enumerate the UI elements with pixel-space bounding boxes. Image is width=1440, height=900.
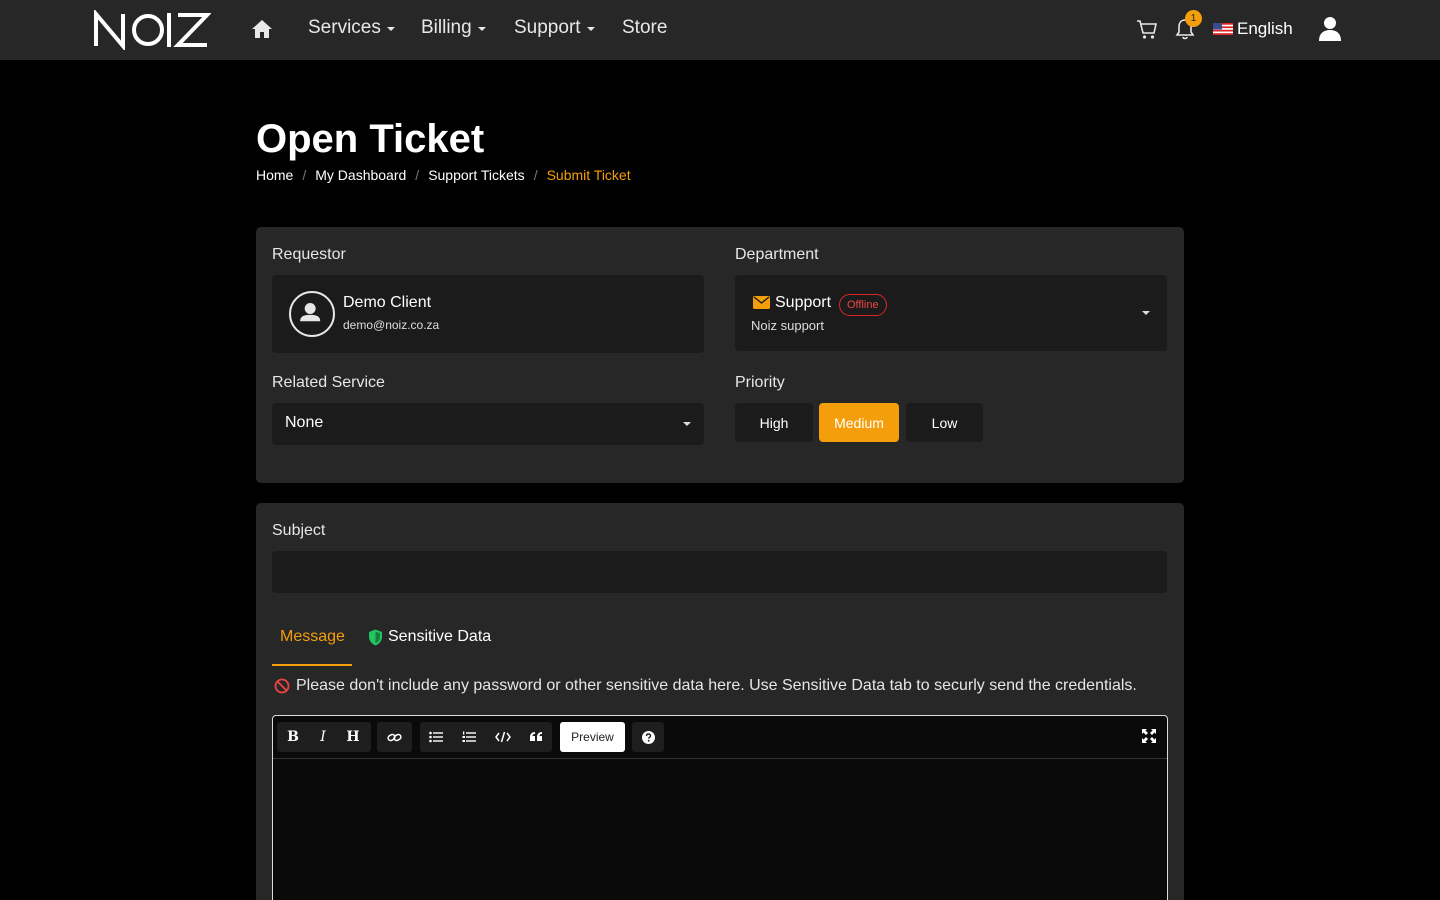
avatar-icon [289,291,335,337]
tab-sensitive-label: Sensitive Data [388,628,492,645]
related-service-select[interactable]: None [272,403,704,445]
message-editor[interactable]: B I H Preview [272,715,1168,900]
shield-icon [369,629,382,645]
chevron-down-icon [586,27,595,31]
ticket-details-card: Requestor Demo Client demo@noiz.co.za De… [256,227,1184,483]
department-select[interactable]: Support Offline Noiz support [735,275,1167,351]
notification-badge: 1 [1185,10,1202,27]
page-title: Open Ticket [256,117,485,161]
user-icon[interactable] [1318,15,1342,43]
language-selector[interactable]: English [1213,19,1293,39]
requestor-email: demo@noiz.co.za [343,318,440,332]
preview-button[interactable]: Preview [560,722,625,752]
breadcrumb-separator: / [533,167,538,183]
bold-button[interactable]: B [278,722,308,752]
requestor-label: Requestor [272,246,346,263]
home-icon[interactable] [250,17,274,41]
subject-label: Subject [272,522,326,539]
help-button[interactable] [632,722,664,752]
noiz-logo[interactable] [93,10,211,50]
subject-input[interactable] [272,551,1167,593]
numbered-list-button[interactable] [454,722,484,752]
breadcrumb-support-tickets[interactable]: Support Tickets [428,167,525,183]
bullet-list-button[interactable] [421,722,451,752]
tab-active-indicator [272,664,352,666]
breadcrumb-submit-ticket: Submit Ticket [546,167,631,183]
chevron-down-icon [477,27,486,31]
chevron-down-icon [1142,311,1150,315]
breadcrumb-dashboard[interactable]: My Dashboard [315,167,406,183]
heading-button[interactable]: H [338,722,368,752]
priority-label: Priority [735,374,785,391]
breadcrumb-separator: / [302,167,307,183]
related-service-value: None [285,414,324,431]
breadcrumb: Home / My Dashboard / Support Tickets / … [256,167,631,183]
us-flag-icon [1213,23,1233,35]
nav-store[interactable]: Store [622,17,667,39]
code-icon [495,731,511,743]
numbered-list-icon [462,731,476,742]
priority-medium-button[interactable]: Medium [819,403,899,442]
related-service-label: Related Service [272,374,385,391]
priority-low-button[interactable]: Low [906,403,983,442]
envelope-icon [753,296,770,309]
quote-icon [530,732,542,741]
link-button[interactable] [379,722,409,752]
cart-icon[interactable] [1136,18,1158,40]
sensitive-data-warning: Please don't include any password or oth… [274,677,1137,695]
bullet-list-icon [429,731,443,743]
fullscreen-icon[interactable] [1141,728,1157,744]
ban-icon [274,678,290,694]
chevron-down-icon [683,422,691,426]
editor-toolbar: B I H Preview [273,716,1167,759]
requestor-name: Demo Client [343,294,432,311]
link-icon [386,733,402,741]
status-badge: Offline [839,294,887,316]
warning-text: Please don't include any password or oth… [296,677,1137,694]
nav-support[interactable]: Support [514,17,595,39]
department-label: Department [735,246,819,263]
nav-billing[interactable]: Billing [421,17,486,39]
requestor-box: Demo Client demo@noiz.co.za [272,275,704,353]
code-button[interactable] [488,722,518,752]
language-label: English [1237,19,1293,38]
nav-services[interactable]: Services [308,17,395,39]
tab-message[interactable]: Message [280,628,345,646]
tab-sensitive-data[interactable]: Sensitive Data [368,628,491,646]
chevron-down-icon [386,27,395,31]
department-name: Support [775,294,832,311]
top-navbar: Services Billing Support Store 1 English [0,0,1440,60]
italic-button[interactable]: I [308,722,338,752]
breadcrumb-home[interactable]: Home [256,167,293,183]
quote-button[interactable] [521,722,551,752]
priority-high-button[interactable]: High [735,403,813,442]
breadcrumb-separator: / [415,167,420,183]
question-icon [641,730,655,744]
department-description: Noiz support [751,318,824,333]
message-card: Subject Message Sensitive Data Please do… [256,503,1184,900]
